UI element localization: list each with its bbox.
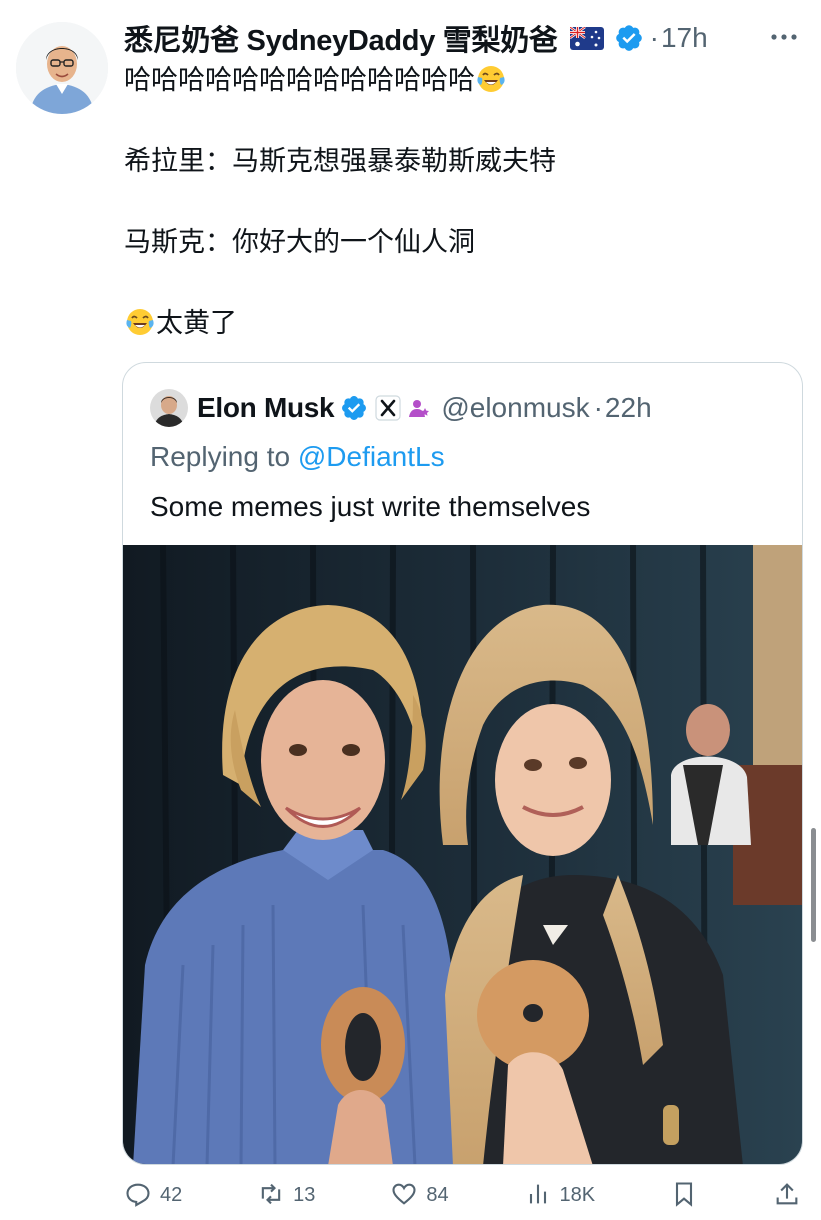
repost-icon	[261, 1183, 281, 1205]
australia-flag-icon	[569, 26, 604, 50]
more-options-icon[interactable]	[767, 22, 801, 52]
quoted-tweet-photo[interactable]	[123, 545, 802, 1164]
tweet-line: 希拉里：马斯克想强暴泰勒斯威夫特	[124, 141, 797, 181]
bookmark-icon	[675, 1182, 693, 1207]
heart-icon	[392, 1183, 416, 1205]
replying-to-line: Replying to @DefiantLs	[150, 441, 445, 473]
quoted-author-name[interactable]: Elon Musk	[197, 392, 335, 424]
photo-image	[123, 545, 802, 1164]
quoted-author-avatar[interactable]	[150, 389, 188, 427]
analytics-icon	[529, 1184, 546, 1204]
share-button[interactable]	[773, 1180, 801, 1208]
quoted-tweet-header: Elon Musk @elonmusk · 22h	[150, 387, 652, 429]
tweet-line: 马斯克：你好大的一个仙人洞	[124, 222, 797, 262]
tweet-line-text: 希拉里：马斯克想强暴泰勒斯威夫特	[124, 146, 556, 176]
tweet-line: 哈哈哈哈哈哈哈哈哈哈哈哈哈	[124, 60, 797, 100]
tweet-action-bar: 42 13 84 18K	[124, 1180, 801, 1220]
author-display-name[interactable]: 悉尼奶爸 SydneyDaddy 雪梨奶爸	[124, 17, 558, 59]
separator-dot: ·	[649, 22, 659, 53]
view-count: 18K	[559, 1184, 596, 1206]
face-with-tears-of-joy-emoji	[477, 66, 505, 92]
author-avatar[interactable]	[16, 22, 108, 114]
author-avatar-image	[16, 22, 108, 114]
reply-icon	[126, 1183, 150, 1207]
repost-button[interactable]: 13	[257, 1180, 315, 1208]
reply-count: 42	[160, 1184, 183, 1206]
quoted-author-handle[interactable]: @elonmusk	[441, 392, 589, 424]
quoted-tweet-text: Some memes just write themselves	[150, 491, 591, 522]
tweet-line-text: 哈哈哈哈哈哈哈哈哈哈哈哈哈	[124, 65, 475, 95]
like-button[interactable]: 84	[390, 1180, 449, 1208]
quoted-tweet-card[interactable]: Elon Musk @elonmusk · 22h Replying to @D…	[122, 362, 803, 1165]
verified-badge-icon[interactable]	[340, 394, 368, 422]
repost-count: 13	[293, 1184, 316, 1206]
face-with-tears-of-joy-emoji	[126, 309, 154, 335]
tweet-timestamp[interactable]: 17h	[661, 22, 708, 54]
share-icon	[776, 1183, 798, 1205]
views-button[interactable]: 18K	[524, 1180, 596, 1208]
tweet-line-text: 太黄了	[156, 308, 237, 338]
verified-badge-icon[interactable]	[614, 23, 644, 53]
scrollbar[interactable]	[811, 828, 816, 942]
like-count: 84	[426, 1184, 449, 1206]
reply-button[interactable]: 42	[124, 1180, 182, 1208]
tweet-line-text: 马斯克：你好大的一个仙人洞	[124, 227, 475, 257]
x-logo-icon[interactable]	[375, 395, 401, 421]
replying-to-prefix: Replying to	[150, 441, 298, 472]
person-badge-icon	[409, 400, 430, 417]
quoted-tweet-timestamp[interactable]: 22h	[605, 392, 652, 424]
separator-dot: ·	[593, 392, 603, 423]
bookmark-button[interactable]	[670, 1180, 698, 1208]
tweet-header: 悉尼奶爸 SydneyDaddy 雪梨奶爸 · 17h	[124, 16, 801, 60]
tweet-text: 哈哈哈哈哈哈哈哈哈哈哈哈哈 希拉里：马斯克想强暴泰勒斯威夫特 马斯克：你好大的一…	[124, 60, 797, 343]
quoted-author-avatar-image	[150, 389, 188, 427]
replying-to-mention[interactable]: @DefiantLs	[298, 441, 445, 472]
tweet-line: 太黄了	[124, 303, 797, 343]
